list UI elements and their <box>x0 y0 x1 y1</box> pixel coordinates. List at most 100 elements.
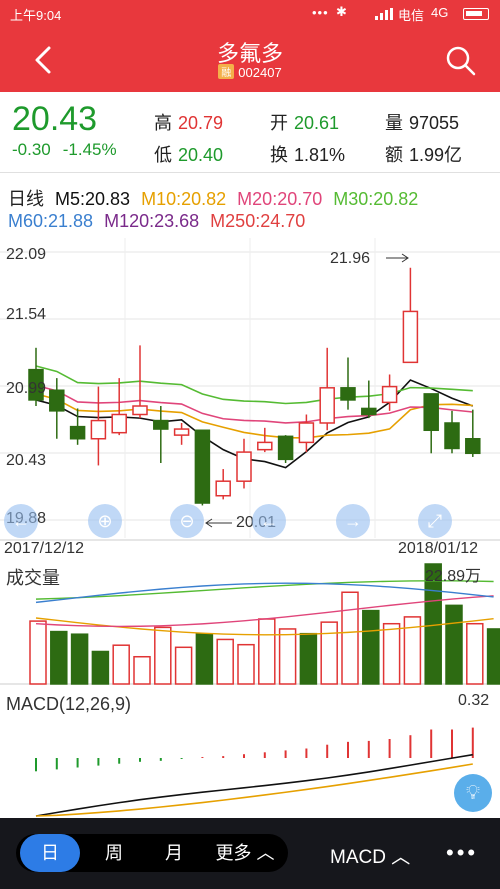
candle-body <box>90 419 107 440</box>
open-cell: 开 20.61 <box>270 109 339 135</box>
bottom-toolbar: 日 周 月 更多 ︿ MACD ︿ ••• <box>0 818 500 889</box>
search-icon[interactable] <box>444 44 478 78</box>
y-tick-top: 22.09 <box>6 246 47 263</box>
amount-value: 1.99亿 <box>409 145 463 165</box>
volume-bar <box>29 620 47 685</box>
volume-bar <box>174 646 193 685</box>
volume-label: 量 <box>385 113 403 133</box>
stock-code: 002407 <box>238 65 282 80</box>
candle-body <box>444 422 460 450</box>
stock-code-row: 融 002407 <box>0 64 500 80</box>
more-menu-icon[interactable]: ••• <box>446 840 478 866</box>
volume-bar <box>320 621 338 685</box>
candle-body <box>340 387 356 401</box>
scroll-right-button[interactable]: → <box>336 504 370 538</box>
candle-body <box>257 441 273 451</box>
chart-area[interactable]: 22.09 21.54 20.99 20.43 19.88 21.96 20.0… <box>0 238 500 818</box>
tab-month[interactable]: 月 <box>144 834 204 872</box>
period-tabs: 日 周 月 更多 ︿ <box>16 834 288 872</box>
candle-body <box>465 438 481 455</box>
date-end: 2018/01/12 <box>398 540 479 557</box>
volume-bar <box>70 633 89 685</box>
volume-bar <box>299 632 318 685</box>
macd-dif-line <box>35 753 473 817</box>
scroll-left-button[interactable]: ← <box>4 504 38 538</box>
indicator-select[interactable]: MACD ︿ <box>330 842 410 869</box>
volume-bar <box>382 622 401 685</box>
tab-more[interactable]: 更多 ︿ <box>206 834 284 872</box>
candle-body <box>277 435 294 461</box>
candle-body <box>298 422 315 444</box>
margin-badge: 融 <box>218 64 235 79</box>
low-label: 低 <box>154 145 172 165</box>
macd-dea-line <box>35 763 473 817</box>
tab-week[interactable]: 周 <box>84 834 144 872</box>
ma120-label: M120:23.68 <box>104 211 200 231</box>
candle-body <box>132 405 148 416</box>
volume-bar <box>133 655 151 685</box>
bluetooth-icon: ✱ <box>336 4 347 19</box>
status-more-icon: ••• <box>312 5 329 20</box>
status-time: 上午9:04 <box>10 8 62 23</box>
volume-bar <box>258 618 276 685</box>
fullscreen-button[interactable]: ⤢ <box>418 504 452 538</box>
ma10-label: M10:20.82 <box>141 189 227 209</box>
candle-body <box>69 425 86 440</box>
volume-bar <box>112 644 130 685</box>
status-bar: 上午9:04 ••• ✱ 电信 4G <box>0 0 500 28</box>
ma60-label: M60:21.88 <box>8 211 94 231</box>
battery-icon <box>463 8 489 20</box>
volume-bar <box>362 609 380 685</box>
ma5-label: M5:20.83 <box>55 189 131 209</box>
candle-body <box>381 385 398 404</box>
volume-bar <box>154 626 172 685</box>
candle-body <box>111 413 127 434</box>
high-cell: 高 20.79 <box>154 109 223 135</box>
candle-body <box>402 310 419 364</box>
volume-bar <box>195 633 214 685</box>
y-tick-2: 21.54 <box>6 306 47 323</box>
app-header: 多氟多 融 002407 <box>0 28 500 92</box>
volume-bar <box>486 628 500 685</box>
high-value: 20.79 <box>178 113 224 133</box>
price-change-pct: -1.45% <box>62 140 117 159</box>
zoom-out-button[interactable]: ⊖ <box>170 504 204 538</box>
high-label: 高 <box>154 113 172 133</box>
turnover-value: 1.81% <box>294 145 346 165</box>
price-change: -0.30 <box>12 140 51 159</box>
quote-panel: 20.43 -0.30 -1.45% 高 20.79 低 20.40 开 20.61 换… <box>0 92 500 172</box>
candle-body <box>215 480 231 497</box>
low-cell: 低 20.40 <box>154 141 223 167</box>
volume-bar <box>466 622 484 685</box>
candle-body <box>423 393 439 432</box>
ma20-label: M20:20.70 <box>237 189 323 209</box>
date-start: 2017/12/12 <box>4 540 85 557</box>
volume-title: 成交量 <box>6 568 60 588</box>
candle-body <box>49 389 65 412</box>
volume-bar <box>237 643 255 685</box>
volume-cell: 量 97055 <box>385 109 459 135</box>
scroll-right-back-button[interactable]: ← <box>252 504 286 538</box>
zoom-in-button[interactable]: ⊕ <box>88 504 122 538</box>
carrier-label: 电信 <box>398 8 425 23</box>
amount-label: 额 <box>385 145 403 165</box>
volume-max: 22.89万 <box>425 568 482 585</box>
volume-bar <box>50 630 68 685</box>
change-row: -0.30 -1.45% <box>12 140 129 160</box>
candle-body <box>236 451 252 482</box>
low-value: 20.40 <box>178 145 224 165</box>
open-value: 20.61 <box>294 113 340 133</box>
ma30-line <box>35 365 473 405</box>
candle-body <box>319 387 335 424</box>
candle-body <box>173 428 190 436</box>
volume-bar <box>216 638 234 685</box>
volume-value: 97055 <box>409 113 460 133</box>
volume-bar <box>445 604 463 685</box>
tab-day[interactable]: 日 <box>20 834 80 872</box>
lightbulb-icon[interactable]: 💡︎ <box>454 774 492 812</box>
last-price: 20.43 <box>12 100 98 138</box>
y-tick-3: 20.99 <box>6 380 47 397</box>
volume-bar <box>91 650 110 685</box>
signal-icon <box>375 8 393 23</box>
ma250-label: M250:24.70 <box>210 211 306 231</box>
